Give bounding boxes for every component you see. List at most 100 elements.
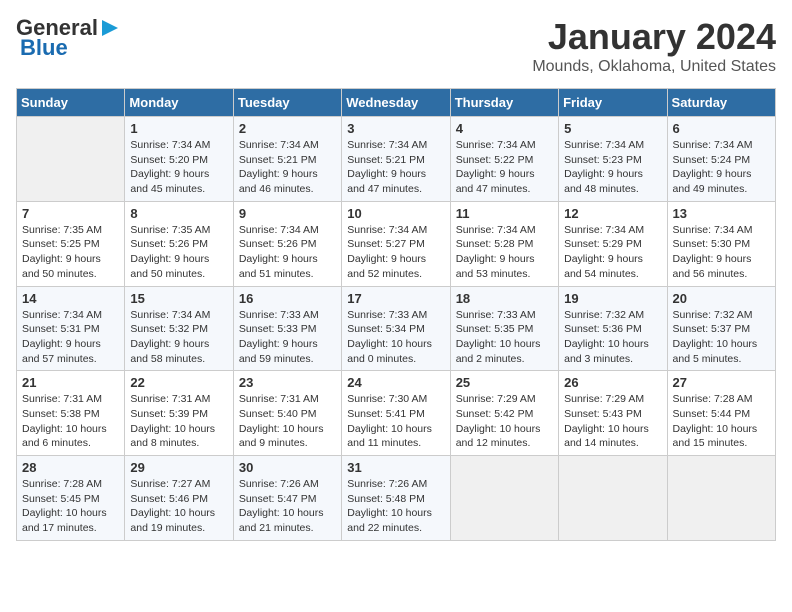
- day-number: 18: [456, 291, 553, 306]
- calendar-cell: 7 Sunrise: 7:35 AMSunset: 5:25 PMDaylight…: [17, 201, 125, 286]
- day-info: Sunrise: 7:33 AMSunset: 5:35 PMDaylight:…: [456, 308, 553, 367]
- calendar-cell: 19Sunrise: 7:32 AMSunset: 5:36 PMDayligh…: [559, 286, 667, 371]
- calendar-cell: 28 Sunrise: 7:28 AMSunset: 5:45 PMDayligh…: [17, 456, 125, 541]
- day-info: Sunrise: 7:34 AMSunset: 5:31 PMDaylight:…: [22, 308, 119, 367]
- calendar-cell: 3 Sunrise: 7:34 AMSunset: 5:21 PMDaylight…: [342, 117, 450, 202]
- calendar-cell: 8 Sunrise: 7:35 AMSunset: 5:26 PMDaylight…: [125, 201, 233, 286]
- day-info: Sunrise: 7:34 AMSunset: 5:26 PMDaylight:…: [239, 223, 336, 282]
- day-info: Sunrise: 7:31 AMSunset: 5:39 PMDaylight:…: [130, 392, 227, 451]
- calendar-week-row: 28 Sunrise: 7:28 AMSunset: 5:45 PMDayligh…: [17, 456, 776, 541]
- day-info: Sunrise: 7:32 AMSunset: 5:36 PMDaylight:…: [564, 308, 661, 367]
- day-info: Sunrise: 7:34 AMSunset: 5:32 PMDaylight:…: [130, 308, 227, 367]
- day-number: 5: [564, 121, 661, 136]
- calendar-week-row: 1Sunrise: 7:34 AMSunset: 5:20 PMDaylight…: [17, 117, 776, 202]
- calendar-cell: 24 Sunrise: 7:30 AMSunset: 5:41 PMDayligh…: [342, 371, 450, 456]
- day-info: Sunrise: 7:34 AMSunset: 5:22 PMDaylight:…: [456, 138, 553, 197]
- calendar-cell: 30 Sunrise: 7:26 AMSunset: 5:47 PMDayligh…: [233, 456, 341, 541]
- calendar-cell: 5Sunrise: 7:34 AMSunset: 5:23 PMDaylight…: [559, 117, 667, 202]
- calendar-cell: 17 Sunrise: 7:33 AMSunset: 5:34 PMDayligh…: [342, 286, 450, 371]
- calendar-cell: 26 Sunrise: 7:29 AMSunset: 5:43 PMDayligh…: [559, 371, 667, 456]
- day-number: 8: [130, 206, 227, 221]
- day-info: Sunrise: 7:34 AMSunset: 5:20 PMDaylight:…: [130, 138, 227, 197]
- weekday-header-wednesday: Wednesday: [342, 89, 450, 117]
- day-info: Sunrise: 7:35 AMSunset: 5:26 PMDaylight:…: [130, 223, 227, 282]
- day-number: 23: [239, 375, 336, 390]
- calendar-cell: 29Sunrise: 7:27 AMSunset: 5:46 PMDayligh…: [125, 456, 233, 541]
- day-info: Sunrise: 7:35 AMSunset: 5:25 PMDaylight:…: [22, 223, 119, 282]
- day-info: Sunrise: 7:28 AMSunset: 5:44 PMDaylight:…: [673, 392, 770, 451]
- day-number: 11: [456, 206, 553, 221]
- calendar-week-row: 14Sunrise: 7:34 AMSunset: 5:31 PMDayligh…: [17, 286, 776, 371]
- day-number: 3: [347, 121, 444, 136]
- day-number: 9: [239, 206, 336, 221]
- day-number: 29: [130, 460, 227, 475]
- day-number: 30: [239, 460, 336, 475]
- weekday-header-saturday: Saturday: [667, 89, 775, 117]
- day-number: 4: [456, 121, 553, 136]
- day-number: 24: [347, 375, 444, 390]
- day-info: Sunrise: 7:33 AMSunset: 5:34 PMDaylight:…: [347, 308, 444, 367]
- day-info: Sunrise: 7:34 AMSunset: 5:27 PMDaylight:…: [347, 223, 444, 282]
- day-info: Sunrise: 7:34 AMSunset: 5:29 PMDaylight:…: [564, 223, 661, 282]
- calendar-cell: 14Sunrise: 7:34 AMSunset: 5:31 PMDayligh…: [17, 286, 125, 371]
- calendar-cell: 9 Sunrise: 7:34 AMSunset: 5:26 PMDaylight…: [233, 201, 341, 286]
- logo: General Blue: [16, 16, 120, 60]
- day-number: 13: [673, 206, 770, 221]
- day-info: Sunrise: 7:33 AMSunset: 5:33 PMDaylight:…: [239, 308, 336, 367]
- day-info: Sunrise: 7:34 AMSunset: 5:28 PMDaylight:…: [456, 223, 553, 282]
- day-number: 17: [347, 291, 444, 306]
- day-info: Sunrise: 7:29 AMSunset: 5:42 PMDaylight:…: [456, 392, 553, 451]
- calendar-cell: 13 Sunrise: 7:34 AMSunset: 5:30 PMDayligh…: [667, 201, 775, 286]
- logo-arrow-icon: [100, 18, 120, 38]
- calendar-cell: 23 Sunrise: 7:31 AMSunset: 5:40 PMDayligh…: [233, 371, 341, 456]
- calendar-cell: 4 Sunrise: 7:34 AMSunset: 5:22 PMDaylight…: [450, 117, 558, 202]
- weekday-header-monday: Monday: [125, 89, 233, 117]
- day-number: 16: [239, 291, 336, 306]
- day-number: 27: [673, 375, 770, 390]
- calendar-cell: 18 Sunrise: 7:33 AMSunset: 5:35 PMDayligh…: [450, 286, 558, 371]
- day-info: Sunrise: 7:26 AMSunset: 5:47 PMDaylight:…: [239, 477, 336, 536]
- day-info: Sunrise: 7:31 AMSunset: 5:38 PMDaylight:…: [22, 392, 119, 451]
- day-info: Sunrise: 7:32 AMSunset: 5:37 PMDaylight:…: [673, 308, 770, 367]
- calendar-cell: 25Sunrise: 7:29 AMSunset: 5:42 PMDayligh…: [450, 371, 558, 456]
- calendar-cell: 31Sunrise: 7:26 AMSunset: 5:48 PMDayligh…: [342, 456, 450, 541]
- weekday-header-tuesday: Tuesday: [233, 89, 341, 117]
- calendar-body: 1Sunrise: 7:34 AMSunset: 5:20 PMDaylight…: [17, 117, 776, 541]
- header: General Blue January 2024 Mounds, Oklaho…: [16, 16, 776, 76]
- calendar-cell: [667, 456, 775, 541]
- day-info: Sunrise: 7:29 AMSunset: 5:43 PMDaylight:…: [564, 392, 661, 451]
- calendar-cell: 16 Sunrise: 7:33 AMSunset: 5:33 PMDayligh…: [233, 286, 341, 371]
- calendar-cell: 22 Sunrise: 7:31 AMSunset: 5:39 PMDayligh…: [125, 371, 233, 456]
- day-number: 22: [130, 375, 227, 390]
- calendar-title: January 2024: [532, 16, 776, 58]
- day-number: 26: [564, 375, 661, 390]
- calendar-cell: 6 Sunrise: 7:34 AMSunset: 5:24 PMDaylight…: [667, 117, 775, 202]
- day-number: 15: [130, 291, 227, 306]
- calendar-cell: 12Sunrise: 7:34 AMSunset: 5:29 PMDayligh…: [559, 201, 667, 286]
- calendar-week-row: 7 Sunrise: 7:35 AMSunset: 5:25 PMDaylight…: [17, 201, 776, 286]
- day-number: 28: [22, 460, 119, 475]
- weekday-header-sunday: Sunday: [17, 89, 125, 117]
- day-number: 6: [673, 121, 770, 136]
- day-info: Sunrise: 7:28 AMSunset: 5:45 PMDaylight:…: [22, 477, 119, 536]
- day-number: 10: [347, 206, 444, 221]
- calendar-cell: 11 Sunrise: 7:34 AMSunset: 5:28 PMDayligh…: [450, 201, 558, 286]
- title-section: January 2024 Mounds, Oklahoma, United St…: [532, 16, 776, 76]
- weekday-header-friday: Friday: [559, 89, 667, 117]
- day-info: Sunrise: 7:34 AMSunset: 5:21 PMDaylight:…: [347, 138, 444, 197]
- calendar-cell: 2Sunrise: 7:34 AMSunset: 5:21 PMDaylight…: [233, 117, 341, 202]
- calendar-table: SundayMondayTuesdayWednesdayThursdayFrid…: [16, 88, 776, 541]
- day-info: Sunrise: 7:34 AMSunset: 5:30 PMDaylight:…: [673, 223, 770, 282]
- day-info: Sunrise: 7:31 AMSunset: 5:40 PMDaylight:…: [239, 392, 336, 451]
- calendar-cell: 27 Sunrise: 7:28 AMSunset: 5:44 PMDayligh…: [667, 371, 775, 456]
- day-number: 7: [22, 206, 119, 221]
- day-info: Sunrise: 7:34 AMSunset: 5:24 PMDaylight:…: [673, 138, 770, 197]
- calendar-cell: [450, 456, 558, 541]
- logo-blue-text: Blue: [20, 36, 68, 60]
- calendar-header-row: SundayMondayTuesdayWednesdayThursdayFrid…: [17, 89, 776, 117]
- calendar-cell: 1Sunrise: 7:34 AMSunset: 5:20 PMDaylight…: [125, 117, 233, 202]
- day-info: Sunrise: 7:30 AMSunset: 5:41 PMDaylight:…: [347, 392, 444, 451]
- calendar-cell: 20 Sunrise: 7:32 AMSunset: 5:37 PMDayligh…: [667, 286, 775, 371]
- calendar-week-row: 21Sunrise: 7:31 AMSunset: 5:38 PMDayligh…: [17, 371, 776, 456]
- day-number: 20: [673, 291, 770, 306]
